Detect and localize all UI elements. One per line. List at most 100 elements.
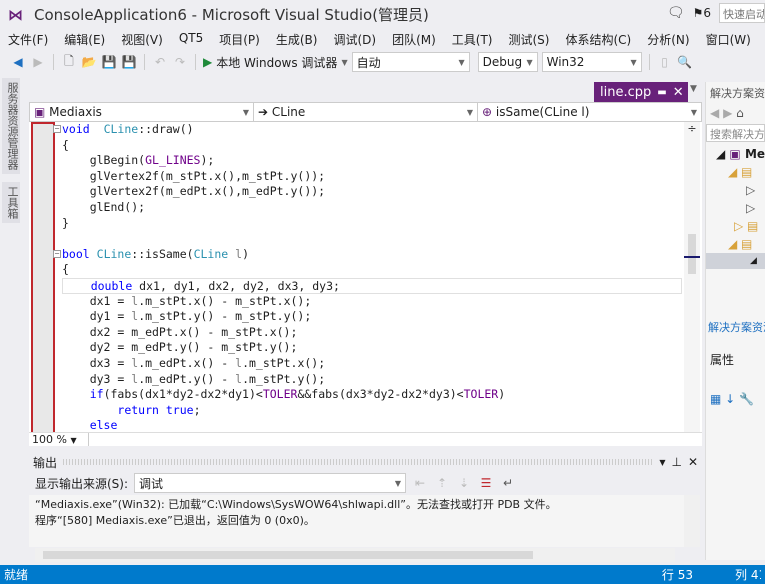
menu-item[interactable]: 团队(M) — [384, 29, 444, 49]
feedback-icon[interactable]: 🗨 — [667, 5, 685, 21]
menu-item[interactable]: 编辑(E) — [56, 29, 113, 49]
code-line[interactable]: } — [62, 216, 682, 232]
code-line[interactable]: glVertex2f(m_edPt.x(),m_edPt.y()); — [62, 184, 682, 200]
output-vertical-scrollbar[interactable] — [684, 495, 700, 547]
tree-item[interactable]: ◢ ▤ — [706, 233, 765, 251]
menu-item[interactable]: 文件(F) — [0, 29, 56, 49]
menu-item[interactable]: QT5 — [171, 29, 211, 49]
zoom-level-combo[interactable]: 100 % ▼ — [29, 433, 89, 446]
output-title: 输出 — [33, 455, 58, 470]
menu-item[interactable]: 工具(T) — [444, 29, 501, 49]
output-horizontal-scrollbar[interactable] — [35, 548, 675, 562]
platform-value: Win32 — [546, 55, 585, 69]
solution-search-input[interactable]: 搜索解决方案资源管理器 — [706, 124, 765, 142]
output-text[interactable]: “Mediaxis.exe”(Win32): 已加载“C:\Windows\Sy… — [29, 495, 684, 547]
tree-item[interactable]: ▷ ▤ — [706, 215, 765, 233]
code-line[interactable]: dy1 = l.m_stPt.y() - m_stPt.y(); — [62, 309, 682, 325]
notifications-button[interactable]: ⚑6 — [693, 6, 711, 20]
menu-item[interactable]: 调试(D) — [325, 29, 384, 49]
tree-item[interactable]: ◢ ▤ — [706, 161, 765, 179]
undo-icon[interactable]: ↶ — [152, 54, 168, 70]
close-icon[interactable]: ✕ — [688, 455, 698, 469]
code-line[interactable]: dy3 = l.m_edPt.y() - l.m_stPt.y(); — [62, 372, 682, 388]
redo-icon[interactable]: ↷ — [172, 54, 188, 70]
menu-item[interactable]: 项目(P) — [211, 29, 268, 49]
previous-message-icon[interactable]: ⇡ — [434, 475, 450, 491]
collapse-icon[interactable]: − — [53, 249, 61, 258]
code-line[interactable]: glBegin(GL_LINES); — [62, 153, 682, 169]
code-line[interactable]: glEnd(); — [62, 200, 682, 216]
alphabetical-icon[interactable]: ↓ — [725, 392, 735, 406]
code-line[interactable]: { — [62, 138, 682, 154]
class-dropdown[interactable]: ➔ CLine ▼ — [254, 103, 478, 121]
code-token: dx3 = — [62, 355, 132, 370]
start-debugging-button[interactable]: ▶ 本地 Windows 调试器 ▼ — [203, 54, 348, 71]
menu-item[interactable]: 体系结构(C) — [557, 29, 639, 49]
code-line[interactable]: return true; — [62, 403, 682, 419]
code-line[interactable] — [62, 231, 682, 247]
find-in-files-icon[interactable]: 🔍 — [677, 54, 693, 70]
debugger-label: 本地 Windows 调试器 — [216, 55, 338, 70]
pin-icon[interactable]: ⊥ — [671, 455, 681, 469]
status-bar: 就绪 行 53 列 41 — [0, 565, 765, 584]
new-project-icon[interactable]: 🗋 — [61, 54, 77, 70]
code-line[interactable]: glVertex2f(m_stPt.x(),m_stPt.y()); — [62, 169, 682, 185]
tree-root[interactable]: ◢ ▣ Mediaxis — [706, 144, 765, 161]
code-line[interactable]: − bool CLine::isSame(CLine l) — [53, 247, 682, 263]
code-line[interactable]: dx2 = m_edPt.x() - m_stPt.x(); — [62, 325, 682, 341]
back-icon[interactable]: ◀ — [710, 106, 719, 120]
forward-icon[interactable]: ▶ — [723, 106, 732, 120]
code-line[interactable]: dx1 = l.m_stPt.x() - m_stPt.x(); — [62, 294, 682, 310]
open-file-icon[interactable]: 📂 — [81, 54, 97, 70]
code-editor[interactable]: − void CLine::draw(){ glBegin(GL_LINES); … — [29, 122, 702, 432]
platform-combo[interactable]: Win32 ▼ — [541, 52, 642, 72]
scroll-thumb[interactable] — [688, 234, 696, 274]
code-line[interactable]: − void CLine::draw() — [53, 122, 682, 138]
code-line[interactable]: dy2 = m_edPt.y() - m_stPt.y(); — [62, 340, 682, 356]
split-icon[interactable]: ÷ — [684, 122, 700, 135]
next-message-icon[interactable]: ⇣ — [456, 475, 472, 491]
save-icon[interactable]: 💾 — [101, 54, 117, 70]
save-all-icon[interactable]: 💾 — [121, 54, 137, 70]
menu-item[interactable]: 测试(S) — [500, 29, 557, 49]
menu-item[interactable]: 窗口(W) — [698, 29, 759, 49]
code-line[interactable]: if(fabs(dx1*dy2-dx2*dy1)<TOLER&&fabs(dx3… — [62, 387, 682, 403]
menu-item[interactable]: 视图(V) — [113, 29, 171, 49]
code-line[interactable]: dx3 = l.m_edPt.x() - l.m_stPt.x(); — [62, 356, 682, 372]
pin-icon[interactable]: ▬ — [657, 87, 666, 98]
device-icon[interactable]: ▯ — [657, 54, 673, 70]
tab-line-cpp[interactable]: line.cpp ▬ ✕ — [594, 82, 688, 102]
quick-launch-input[interactable]: 快速启动 — [719, 3, 765, 23]
output-source-combo[interactable]: 调试 ▼ — [134, 473, 407, 493]
forward-icon[interactable]: ▶ — [30, 54, 46, 70]
clear-all-icon[interactable]: ☰ — [478, 475, 494, 491]
tree-item[interactable]: ▷ — [706, 197, 765, 215]
server-explorer-tab[interactable]: 服务器资源管理器 — [2, 78, 20, 174]
collapse-icon[interactable]: − — [53, 125, 61, 133]
menu-item[interactable]: 帮 — [759, 29, 765, 49]
member-dropdown[interactable]: ⊕ isSame(CLine l) ▼ — [478, 103, 701, 121]
drag-grip[interactable] — [63, 459, 654, 465]
categorized-icon[interactable]: ▦ — [710, 392, 721, 406]
code-line[interactable]: { — [62, 262, 682, 278]
configuration-combo[interactable]: Debug ▼ — [477, 52, 538, 72]
tab-list-dropdown[interactable]: ▼ — [690, 84, 697, 94]
tree-item[interactable]: ▷ — [706, 179, 765, 197]
solution-explorer-tab-link[interactable]: 解决方案资源管理器 — [706, 317, 765, 337]
code-line[interactable]: else — [62, 418, 682, 432]
word-wrap-icon[interactable]: ↵ — [500, 475, 516, 491]
project-dropdown[interactable]: ▣ Mediaxis ▼ — [30, 103, 254, 121]
editor-vertical-scrollbar[interactable]: ÷ — [684, 122, 700, 432]
tree-item-selected[interactable]: ◢ — [706, 253, 765, 269]
dropdown-icon[interactable]: ▼ — [659, 458, 665, 467]
close-icon[interactable]: ✕ — [673, 85, 684, 100]
back-icon[interactable]: ◀ — [10, 54, 26, 70]
auto-combo[interactable]: 自动 ▼ — [351, 52, 470, 72]
property-pages-icon[interactable]: 🔧 — [739, 392, 754, 406]
go-to-line-icon[interactable]: ⇤ — [412, 475, 428, 491]
menu-item[interactable]: 生成(B) — [268, 29, 326, 49]
code-line[interactable]: double dx1, dy1, dx2, dy2, dx3, dy3; — [62, 277, 682, 294]
home-icon[interactable]: ⌂ — [736, 106, 744, 120]
menu-item[interactable]: 分析(N) — [639, 29, 697, 49]
toolbox-tab[interactable]: 工具箱 — [2, 182, 20, 223]
